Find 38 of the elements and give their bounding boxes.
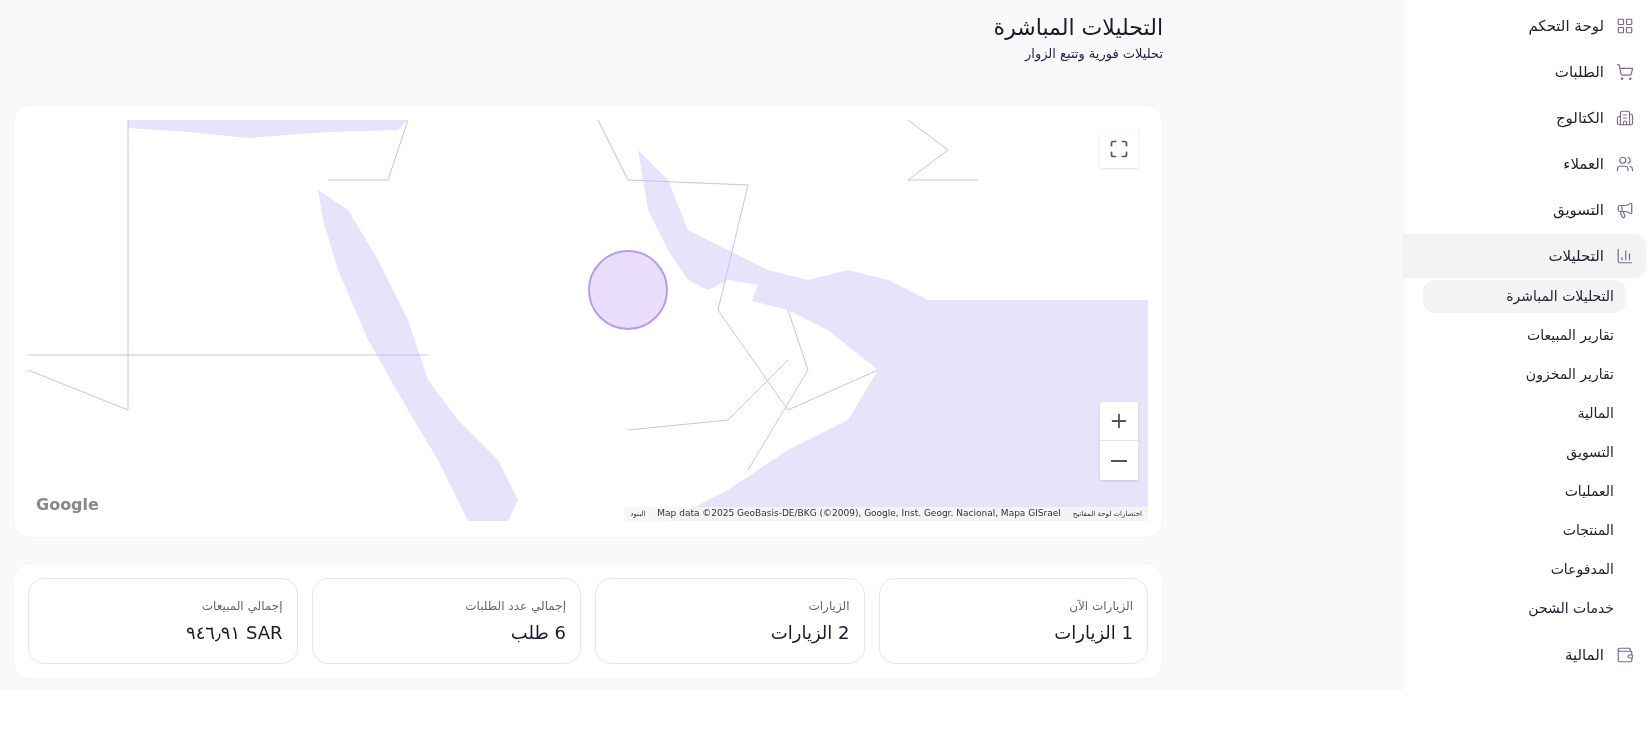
- grid-icon: [1616, 17, 1634, 35]
- submenu-item[interactable]: تقارير المخزون: [1423, 358, 1626, 391]
- wallet-icon: [1616, 646, 1634, 664]
- sidebar-item[interactable]: الكتالوج: [1403, 96, 1646, 140]
- stat-value: 1 الزيارات: [1053, 620, 1133, 646]
- sidebar-item[interactable]: المالية: [1403, 633, 1646, 677]
- sidebar-item[interactable]: العملاء: [1403, 142, 1646, 186]
- stat-label: إجمالي عدد الطلبات: [464, 597, 566, 615]
- submenu-item[interactable]: التحليلات المباشرة: [1423, 280, 1626, 313]
- stat-label: الزيارات: [807, 597, 850, 615]
- submenu-item[interactable]: تقارير المبيعات: [1423, 319, 1626, 352]
- page-subtitle: تحليلات فورية وتتبع الزوار: [1025, 45, 1163, 64]
- minus-icon: [1111, 459, 1127, 462]
- sidebar-item[interactable]: لوحة التحكم: [1403, 4, 1646, 48]
- stat-label: إجمالي المبيعات: [200, 597, 283, 615]
- submenu-item[interactable]: المنتجات: [1423, 514, 1626, 547]
- stat-label: الزيارات الآن: [1068, 597, 1133, 615]
- page-title: التحليلات المباشرة: [993, 14, 1163, 42]
- submenu-item[interactable]: العمليات: [1423, 475, 1626, 508]
- sidebar-item[interactable]: الطلبات: [1403, 50, 1646, 94]
- fullscreen-button[interactable]: [1100, 130, 1138, 168]
- fullscreen-icon: [1109, 139, 1129, 159]
- stat-value: 6 طلب: [509, 620, 566, 645]
- submenu-item[interactable]: المدفوعات: [1423, 553, 1626, 586]
- map-attribution: Map data ©2025 GeoBasis-DE/BKG (©2009), Google, Inst. Geogr. Nacional, Mapa GISrael: [656, 507, 1062, 521]
- megaphone-icon: [1616, 201, 1634, 219]
- submenu-item[interactable]: التسويق: [1423, 436, 1626, 469]
- sidebar-item[interactable]: التحليلات: [1403, 234, 1646, 278]
- sidebar-item[interactable]: التسويق: [1403, 188, 1646, 232]
- stat-value: 2 الزيارات: [769, 620, 850, 646]
- stat-value: SAR ٩٤٦٫٩١: [185, 620, 283, 645]
- submenu-item[interactable]: خدمات الشحن: [1423, 592, 1626, 625]
- submenu-item[interactable]: المالية: [1423, 397, 1626, 430]
- map-logo: Google: [36, 494, 99, 516]
- cart-icon: [1616, 63, 1634, 81]
- users-icon: [1616, 155, 1634, 173]
- bar-chart-icon: [1616, 247, 1634, 265]
- building-icon: [1616, 109, 1634, 127]
